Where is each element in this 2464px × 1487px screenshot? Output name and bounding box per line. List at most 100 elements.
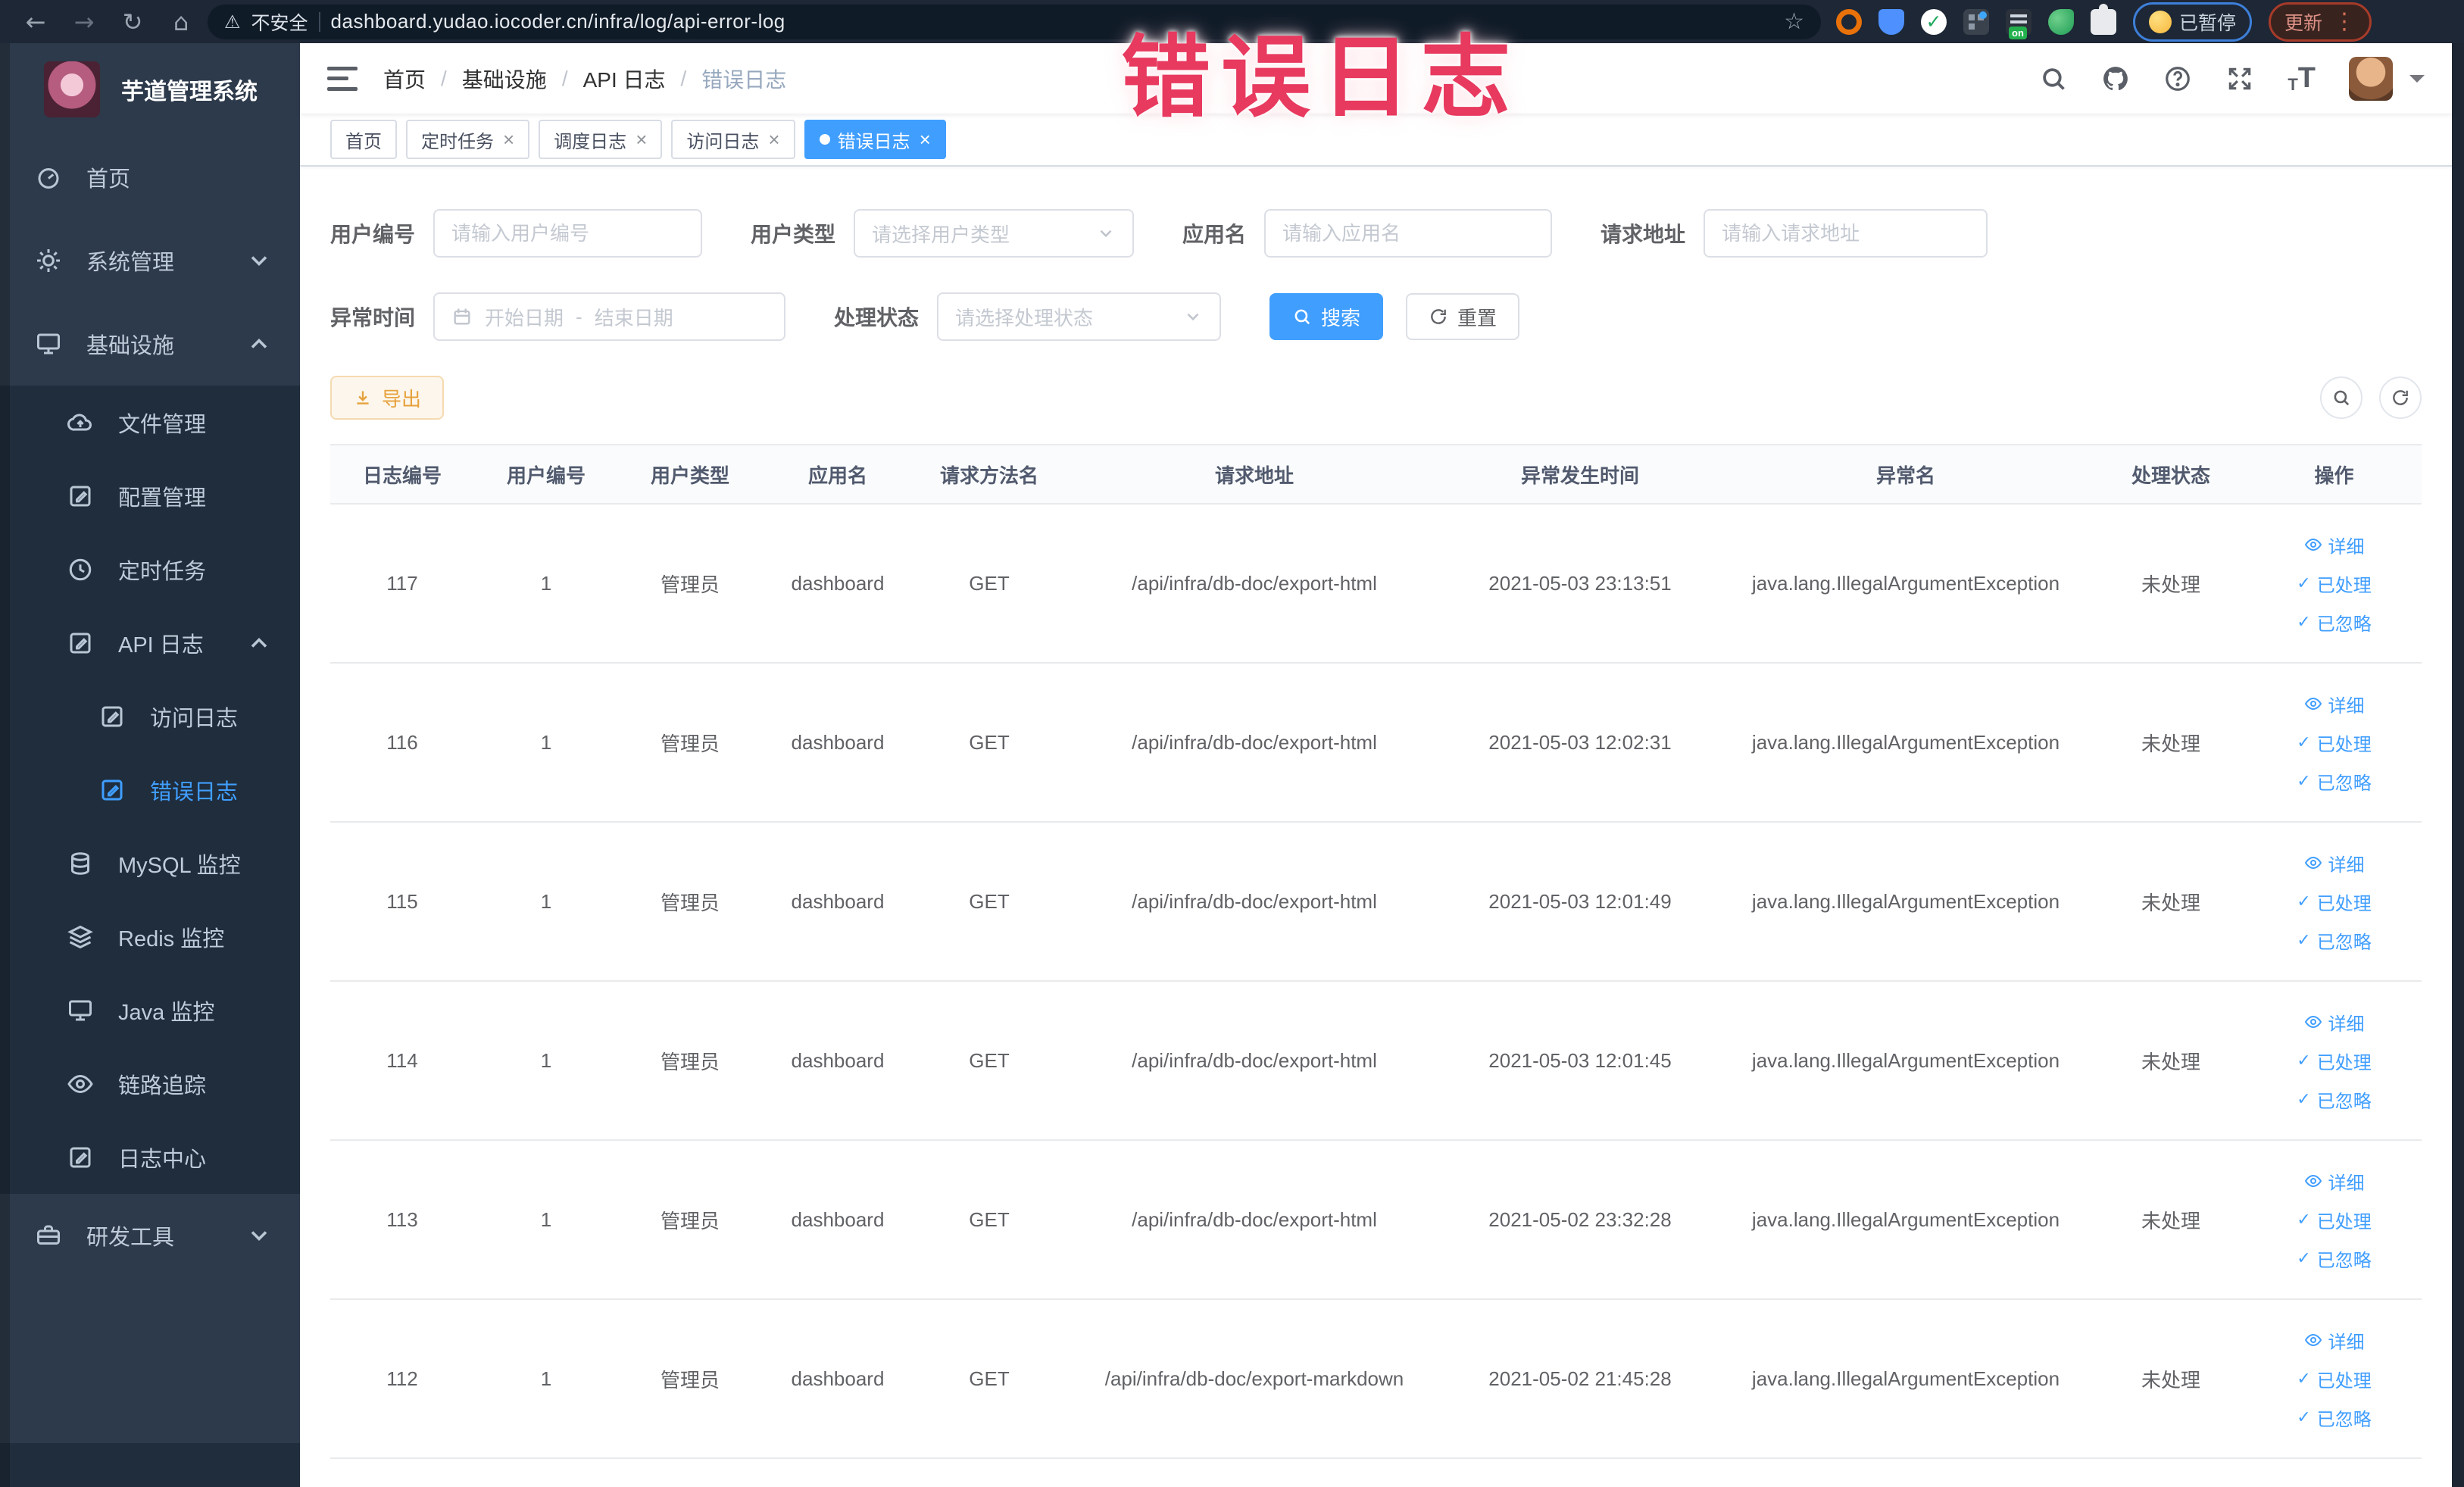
- bookmark-star-icon[interactable]: ☆: [1784, 8, 1804, 35]
- extension-grid-icon[interactable]: [1963, 8, 1989, 35]
- mark-ignored-link[interactable]: 已忽略: [2297, 768, 2372, 795]
- font-size-icon[interactable]: [2288, 64, 2316, 93]
- mark-ignored-link[interactable]: 已忽略: [2297, 609, 2372, 636]
- update-badge[interactable]: 更新 ⋮: [2269, 2, 2372, 42]
- breadcrumb-api-log[interactable]: API 日志: [583, 64, 666, 94]
- table-row: 116 1 管理员 dashboard GET /api/infra/db-do…: [330, 664, 2422, 823]
- cell-actions: 详细 已处理 已忽略: [2247, 691, 2422, 795]
- breadcrumb-infra[interactable]: 基础设施: [462, 64, 547, 94]
- address-bar[interactable]: ⚠ 不安全 dashboard.yudao.iocoder.cn/infra/l…: [208, 4, 1821, 39]
- mark-ignored-link[interactable]: 已忽略: [2297, 1404, 2372, 1431]
- tab-access-log[interactable]: 访问日志: [671, 120, 795, 159]
- sidebar-item-error-log[interactable]: 错误日志: [0, 753, 300, 826]
- sidebar-item-file-manage[interactable]: 文件管理: [0, 386, 300, 459]
- detail-link[interactable]: 详细: [2304, 532, 2365, 558]
- sidebar-item-config-manage[interactable]: 配置管理: [0, 459, 300, 533]
- request-url-input[interactable]: [1722, 221, 1970, 245]
- mark-ignored-link[interactable]: 已忽略: [2297, 927, 2372, 954]
- close-icon[interactable]: [503, 130, 514, 149]
- tab-scheduled-jobs[interactable]: 定时任务: [406, 120, 530, 159]
- help-icon[interactable]: [2163, 64, 2192, 93]
- sidebar-item-redis-monitor[interactable]: Redis 监控: [0, 900, 300, 973]
- back-icon[interactable]: ←: [14, 4, 58, 40]
- tab-error-log[interactable]: 错误日志: [804, 120, 946, 159]
- sidebar-item-system[interactable]: 系统管理: [0, 219, 300, 302]
- extensions-puzzle-icon[interactable]: [2091, 3, 2116, 35]
- mark-ignored-link[interactable]: 已忽略: [2297, 1245, 2372, 1272]
- sidebar-item-mysql-monitor[interactable]: MySQL 监控: [0, 826, 300, 900]
- cell-request-url: /api/infra/db-doc/export-html: [1132, 889, 1377, 913]
- request-url-label: 请求地址: [1601, 223, 1686, 246]
- search-button[interactable]: 搜索: [1269, 293, 1384, 340]
- check-icon: [2297, 1050, 2310, 1071]
- sidebar-item-api-log[interactable]: API 日志: [0, 606, 300, 679]
- process-status-select[interactable]: 请选择处理状态: [937, 292, 1222, 341]
- close-icon[interactable]: [768, 130, 779, 149]
- cell-status: 未处理: [2141, 1368, 2200, 1392]
- toolbox-icon: [35, 1222, 62, 1249]
- sidebar-item-scheduled-jobs[interactable]: 定时任务: [0, 533, 300, 606]
- log-icon: [98, 703, 126, 730]
- mark-processed-link[interactable]: 已处理: [2297, 729, 2372, 756]
- cell-method: GET: [969, 1367, 1010, 1390]
- close-icon[interactable]: [920, 130, 931, 149]
- tab-schedule-log[interactable]: 调度日志: [539, 120, 663, 159]
- mark-processed-link[interactable]: 已处理: [2297, 1366, 2372, 1392]
- extension-orange-icon[interactable]: [1836, 8, 1862, 35]
- mark-processed-link[interactable]: 已处理: [2297, 889, 2372, 915]
- user-id-input[interactable]: [451, 221, 685, 245]
- mark-ignored-link[interactable]: 已忽略: [2297, 1086, 2372, 1113]
- extension-switch-icon[interactable]: on: [2006, 8, 2031, 39]
- detail-link[interactable]: 详细: [2304, 1327, 2365, 1354]
- check-icon: [2297, 1407, 2310, 1428]
- sidebar-item-java-monitor[interactable]: Java 监控: [0, 973, 300, 1047]
- sidebar-item-dev-tools[interactable]: 研发工具: [0, 1194, 300, 1277]
- user-type-select[interactable]: 请选择用户类型: [854, 209, 1135, 258]
- close-icon[interactable]: [636, 130, 647, 149]
- mark-processed-link[interactable]: 已处理: [2297, 1207, 2372, 1233]
- sidebar-item-home[interactable]: 首页: [0, 136, 300, 219]
- refresh-table-button[interactable]: [2379, 376, 2422, 419]
- mark-processed-link[interactable]: 已处理: [2297, 570, 2372, 597]
- paused-badge[interactable]: 已暂停: [2133, 2, 2253, 42]
- sidebar-item-tracing[interactable]: 链路追踪: [0, 1047, 300, 1120]
- chevron-up-icon: [245, 330, 273, 358]
- refresh-icon[interactable]: ↻: [111, 4, 155, 40]
- app-logo[interactable]: 芋道管理系统: [0, 43, 300, 136]
- cell-user-id: 1: [540, 1048, 552, 1072]
- sidebar-item-access-log[interactable]: 访问日志: [0, 679, 300, 753]
- toggle-search-button[interactable]: [2320, 376, 2363, 419]
- detail-link[interactable]: 详细: [2304, 850, 2365, 876]
- user-menu[interactable]: [2349, 56, 2425, 101]
- fullscreen-icon[interactable]: [2225, 64, 2254, 93]
- app-name-input[interactable]: [1282, 221, 1535, 245]
- sidebar-item-infra[interactable]: 基础设施: [0, 302, 300, 386]
- extension-leaf-icon[interactable]: [2048, 8, 2074, 35]
- detail-link[interactable]: 详细: [2304, 1009, 2365, 1036]
- date-range-picker[interactable]: 开始日期 - 结束日期: [433, 292, 786, 341]
- mark-processed-link[interactable]: 已处理: [2297, 1048, 2372, 1074]
- search-icon[interactable]: [2039, 64, 2068, 93]
- sidebar-item-log-center[interactable]: 日志中心: [0, 1120, 300, 1194]
- forward-icon[interactable]: →: [62, 4, 106, 40]
- home-icon[interactable]: ⌂: [159, 4, 203, 40]
- export-button[interactable]: 导出: [330, 376, 445, 420]
- github-icon[interactable]: [2101, 64, 2130, 93]
- extension-shield-icon[interactable]: [1878, 8, 1904, 35]
- detail-link[interactable]: 详细: [2304, 691, 2365, 717]
- breadcrumb-home[interactable]: 首页: [383, 64, 426, 94]
- security-label: 不安全: [251, 12, 308, 34]
- gear-icon: [35, 247, 62, 274]
- table-row: 117 1 管理员 dashboard GET /api/infra/db-do…: [330, 505, 2422, 664]
- detail-link[interactable]: 详细: [2304, 1168, 2365, 1195]
- update-label: 更新: [2284, 12, 2323, 34]
- avatar: [2349, 56, 2393, 101]
- kebab-menu-icon[interactable]: ⋮: [2333, 10, 2356, 33]
- cell-exception-name: java.lang.IllegalArgumentException: [1751, 1207, 2060, 1231]
- page-scrollbar[interactable]: [2452, 43, 2464, 1487]
- tab-home[interactable]: 首页: [330, 120, 397, 159]
- reset-button[interactable]: 重置: [1406, 293, 1520, 340]
- extension-green-check-icon[interactable]: ✓: [1921, 8, 1947, 35]
- hamburger-icon[interactable]: [327, 66, 358, 91]
- cell-request-url: /api/infra/db-doc/export-html: [1132, 1048, 1377, 1072]
